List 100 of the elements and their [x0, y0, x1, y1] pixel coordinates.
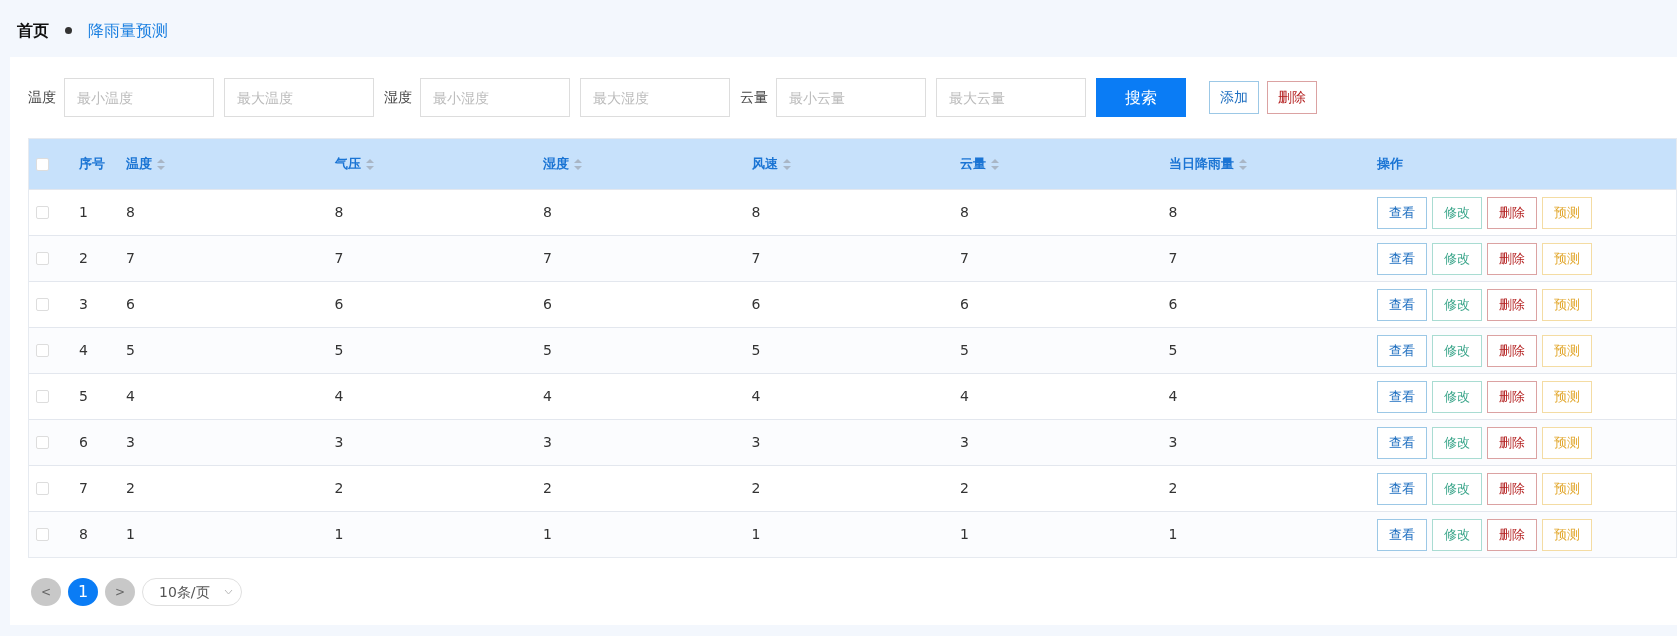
- delete-button[interactable]: 删除: [1487, 288, 1537, 321]
- row-checkbox[interactable]: [36, 206, 49, 219]
- previous-page-button[interactable]: <: [31, 578, 61, 606]
- table-cell-text: 3: [126, 433, 135, 452]
- table-cell-text: 5: [334, 341, 344, 360]
- sort-icon[interactable]: [991, 158, 999, 170]
- table-cell-text: 7: [1168, 249, 1178, 268]
- separator-dot: [65, 27, 72, 34]
- search-button[interactable]: 搜索: [1096, 78, 1186, 117]
- table-cell-text: 2: [126, 479, 135, 498]
- table-cell-text: 7: [334, 249, 344, 268]
- column-header[interactable]: 云量: [960, 154, 1169, 174]
- row-checkbox[interactable]: [36, 436, 49, 449]
- sort-icon[interactable]: [1238, 158, 1247, 170]
- predict-button[interactable]: 预测: [1542, 380, 1592, 413]
- sort-icon[interactable]: [574, 158, 582, 170]
- table-cell-text: 3: [751, 433, 761, 452]
- row-checkbox[interactable]: [36, 482, 49, 495]
- delete-button[interactable]: 删除: [1487, 472, 1537, 505]
- table-cell: 4: [79, 342, 88, 358]
- column-header[interactable]: 气压: [334, 154, 543, 174]
- min-input-field[interactable]: 最小云量: [776, 78, 926, 117]
- predict-button[interactable]: 预测: [1542, 196, 1592, 229]
- table-cell-text: 1: [126, 525, 135, 544]
- delete-button[interactable]: 删除: [1487, 518, 1537, 551]
- table-cell-text: 8: [960, 203, 969, 222]
- predict-button[interactable]: 预测: [1542, 242, 1592, 275]
- view-button[interactable]: 查看: [1377, 518, 1427, 551]
- delete-button[interactable]: 删除: [1487, 242, 1537, 275]
- edit-button[interactable]: 修改: [1432, 472, 1482, 505]
- predict-button[interactable]: 预测: [1542, 472, 1592, 505]
- delete-button[interactable]: 删除: [1487, 334, 1537, 367]
- table-cell-text: 5: [751, 341, 761, 360]
- min-input-field[interactable]: 最小湿度: [420, 78, 570, 117]
- sort-icon[interactable]: [365, 158, 374, 170]
- view-button[interactable]: 查看: [1377, 196, 1427, 229]
- column-header[interactable]: 温度: [126, 154, 335, 174]
- table-cell-text: 4: [960, 387, 969, 406]
- column-header[interactable]: 湿度: [543, 154, 752, 174]
- max-input-field[interactable]: 最大湿度: [580, 78, 730, 117]
- select-all-checkbox[interactable]: [36, 157, 49, 171]
- delete-button[interactable]: 删除: [1267, 81, 1317, 114]
- table-cell-text: 7: [543, 249, 552, 268]
- edit-button[interactable]: 修改: [1432, 288, 1482, 321]
- row-checkbox[interactable]: [36, 390, 49, 403]
- table-cell-text: 8: [126, 203, 135, 222]
- predict-button[interactable]: 预测: [1542, 426, 1592, 459]
- view-button[interactable]: 查看: [1377, 242, 1427, 275]
- edit-button[interactable]: 修改: [1432, 518, 1482, 551]
- predict-button[interactable]: 预测: [1542, 334, 1592, 367]
- breadcrumb-link[interactable]: 降雨量预测: [88, 18, 168, 43]
- view-button[interactable]: 查看: [1377, 472, 1427, 505]
- next-page-button[interactable]: >: [105, 578, 135, 606]
- max-input-field[interactable]: 最大温度: [224, 78, 374, 117]
- edit-button[interactable]: 修改: [1432, 242, 1482, 275]
- table-cell-text: 3: [334, 433, 344, 452]
- table-cell-text: 5: [126, 341, 135, 360]
- table-cell-text: 6: [1168, 295, 1178, 314]
- edit-button[interactable]: 修改: [1432, 426, 1482, 459]
- table-cell-text: 4: [126, 387, 135, 406]
- max-input-field[interactable]: 最大云量: [936, 78, 1086, 117]
- sort-icon[interactable]: [157, 158, 165, 170]
- table-cell-text: 5: [543, 341, 552, 360]
- delete-button[interactable]: 删除: [1487, 380, 1537, 413]
- min-input-field[interactable]: 最小温度: [64, 78, 214, 117]
- add-button[interactable]: 添加: [1209, 81, 1259, 114]
- row-checkbox[interactable]: [36, 344, 49, 357]
- view-button[interactable]: 查看: [1377, 288, 1427, 321]
- table-cell-text: 1: [334, 525, 344, 544]
- edit-button[interactable]: 修改: [1432, 334, 1482, 367]
- table-cell-text: 4: [1168, 387, 1178, 406]
- page-size-select[interactable]: 10条/页: [142, 578, 242, 606]
- column-header: 操作: [1377, 155, 1404, 174]
- table-cell: 6: [79, 434, 88, 450]
- delete-button[interactable]: 删除: [1487, 426, 1537, 459]
- row-checkbox[interactable]: [36, 252, 49, 265]
- row-checkbox[interactable]: [36, 298, 49, 311]
- table-cell-text: 8: [543, 203, 552, 222]
- table-cell-text: 7: [126, 249, 135, 268]
- table-cell-text: 2: [960, 479, 969, 498]
- row-checkbox[interactable]: [36, 528, 49, 541]
- view-button[interactable]: 查看: [1377, 334, 1427, 367]
- table-cell: 7: [79, 480, 88, 496]
- edit-button[interactable]: 修改: [1432, 380, 1482, 413]
- view-button[interactable]: 查看: [1377, 426, 1427, 459]
- column-header[interactable]: 当日降雨量: [1168, 154, 1377, 174]
- table-cell-text: 3: [960, 433, 969, 452]
- table-cell-text: 1: [1168, 525, 1178, 544]
- sort-icon[interactable]: [782, 158, 791, 170]
- predict-button[interactable]: 预测: [1542, 518, 1592, 551]
- edit-button[interactable]: 修改: [1432, 196, 1482, 229]
- predict-button[interactable]: 预测: [1542, 288, 1592, 321]
- column-header[interactable]: 风速: [751, 154, 960, 174]
- table-cell-text: 1: [751, 525, 761, 544]
- table-cell-text: 6: [334, 295, 344, 314]
- breadcrumb-link[interactable]: 首页: [17, 18, 49, 43]
- table-cell-text: 3: [1168, 433, 1178, 452]
- delete-button[interactable]: 删除: [1487, 196, 1537, 229]
- view-button[interactable]: 查看: [1377, 380, 1427, 413]
- page-button[interactable]: 1: [68, 578, 98, 606]
